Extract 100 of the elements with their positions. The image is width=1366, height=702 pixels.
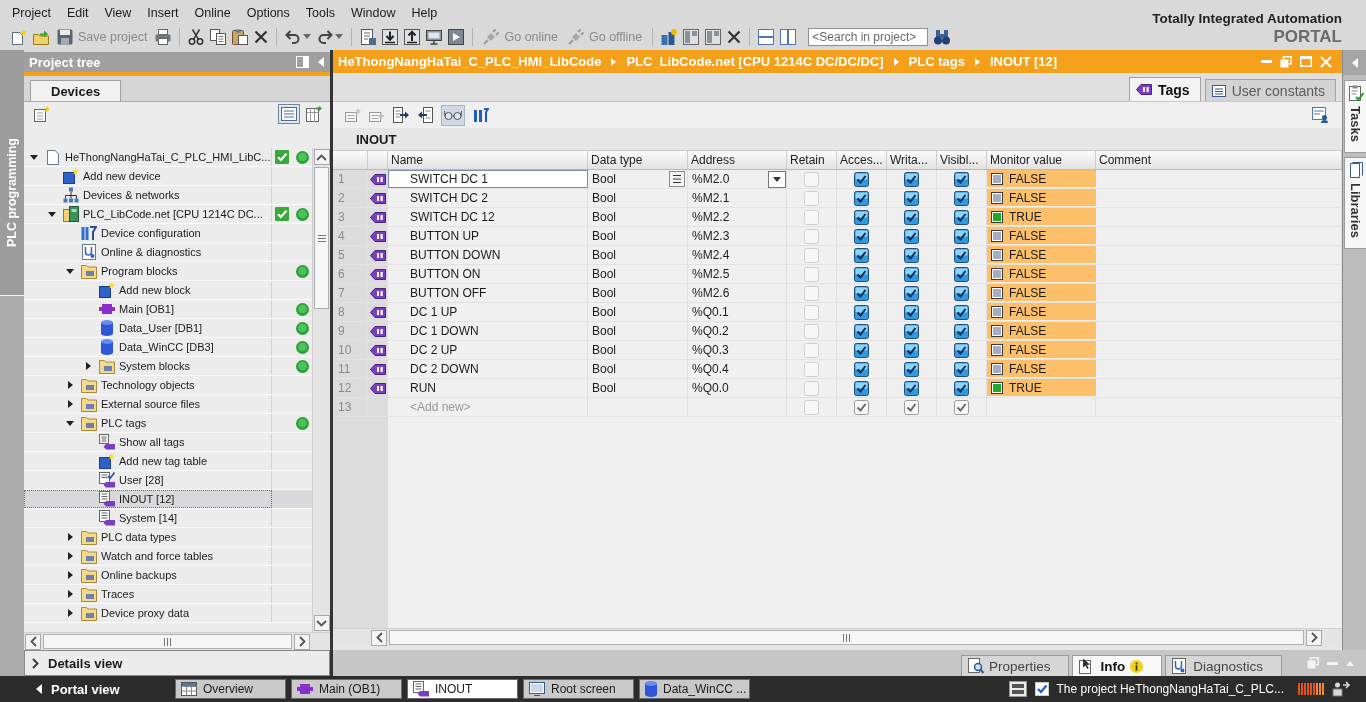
details-view-header[interactable]: Details view: [24, 650, 330, 676]
menu-item[interactable]: Insert: [139, 2, 187, 23]
scroll-right-button[interactable]: [1306, 629, 1322, 646]
checkbox[interactable]: [854, 342, 869, 358]
tree-item[interactable]: System [14]: [24, 509, 312, 528]
paste-icon[interactable]: [232, 28, 249, 45]
table-export-icon[interactable]: [306, 106, 322, 122]
column-header[interactable]: Name: [388, 151, 588, 169]
new-document-icon[interactable]: [34, 106, 50, 122]
checkbox[interactable]: [904, 399, 919, 415]
portal-view-button[interactable]: Portal view: [0, 676, 175, 702]
inspector-tab[interactable]: Info: [1072, 655, 1163, 676]
checkbox[interactable]: [904, 190, 919, 206]
caret-left-icon[interactable]: [318, 57, 324, 67]
import-icon[interactable]: [417, 107, 433, 123]
vertical-scrollbar[interactable]: [312, 148, 330, 632]
checkbox[interactable]: [954, 380, 969, 396]
checkbox[interactable]: [904, 380, 919, 396]
caret-down-icon[interactable]: [48, 211, 56, 217]
search-field[interactable]: <Search in project>: [808, 27, 929, 46]
caret-right-icon[interactable]: [67, 381, 73, 389]
editor-tab[interactable]: User constants: [1204, 79, 1336, 101]
tree-item[interactable]: PLC tags: [24, 414, 312, 433]
document-block-icon[interactable]: [360, 28, 377, 45]
caret-down-icon[interactable]: [66, 420, 74, 426]
scroll-right-button[interactable]: [294, 633, 310, 650]
tree-item[interactable]: Data_WinCC [DB3]: [24, 338, 312, 357]
taskbar-tab[interactable]: Overview: [175, 679, 286, 699]
dropdown-button[interactable]: [768, 170, 786, 188]
checkbox[interactable]: [954, 361, 969, 377]
taskbar-tab[interactable]: Main (OB1): [291, 679, 402, 699]
tree-item[interactable]: System blocks: [24, 357, 312, 376]
tree-item[interactable]: PLC data types: [24, 528, 312, 547]
columns-icon[interactable]: [473, 107, 489, 123]
name-input-field[interactable]: SWITCH DC 1: [388, 170, 588, 188]
checkbox[interactable]: [904, 285, 919, 301]
caret-right-icon[interactable]: [67, 609, 73, 617]
menu-item[interactable]: View: [96, 2, 140, 23]
tree-item[interactable]: Add new block: [24, 281, 312, 300]
tree-item[interactable]: Main [OB1]: [24, 300, 312, 319]
download-icon[interactable]: [382, 28, 399, 45]
column-header[interactable]: Monitor value: [987, 151, 1096, 169]
checkbox[interactable]: [854, 323, 869, 339]
user-arrow-icon[interactable]: [1332, 681, 1352, 697]
caret-down-icon[interactable]: [66, 268, 74, 274]
scrollbar-thumb[interactable]: [43, 634, 292, 649]
checkbox[interactable]: [954, 323, 969, 339]
monitor-toggle-button[interactable]: [441, 104, 465, 126]
checkbox[interactable]: [854, 190, 869, 206]
panel-icon[interactable]: [705, 28, 722, 45]
scroll-up-button[interactable]: [313, 149, 330, 165]
panel-tab[interactable]: Devices: [30, 80, 122, 101]
tree-item[interactable]: Device proxy data: [24, 604, 312, 623]
checkbox[interactable]: [954, 247, 969, 263]
column-header[interactable]: Acces...: [837, 151, 887, 169]
scissors-icon[interactable]: [188, 28, 205, 45]
new-document-icon[interactable]: [11, 28, 27, 45]
tree-item[interactable]: Traces: [24, 585, 312, 604]
taskbar-tab[interactable]: INOUT: [407, 679, 518, 699]
checkbox[interactable]: [904, 228, 919, 244]
caret-right-icon[interactable]: [67, 400, 73, 408]
menu-item[interactable]: Online: [186, 2, 239, 23]
tree-item[interactable]: External source files: [24, 395, 312, 414]
monitor-icon[interactable]: [426, 28, 443, 45]
checkbox[interactable]: [854, 171, 869, 187]
tree-item[interactable]: Data_User [DB1]: [24, 319, 312, 338]
caret-right-icon[interactable]: [67, 552, 73, 560]
caret-right-icon[interactable]: [67, 533, 73, 541]
menu-item[interactable]: Edit: [58, 2, 97, 23]
horizontal-scrollbar[interactable]: [333, 628, 1342, 646]
column-header[interactable]: Visibl...: [937, 151, 987, 169]
checkbox[interactable]: [904, 266, 919, 282]
checkbox[interactable]: [854, 361, 869, 377]
checkbox[interactable]: [854, 228, 869, 244]
inspector-tab[interactable]: Properties: [960, 655, 1070, 676]
checkbox[interactable]: [854, 266, 869, 282]
menu-item[interactable]: Options: [238, 2, 298, 23]
checkbox[interactable]: [854, 247, 869, 263]
tree-item[interactable]: Devices & networks: [24, 186, 312, 205]
view-toggle-button[interactable]: [278, 104, 300, 124]
tree-item[interactable]: Add new tag table: [24, 452, 312, 471]
checkbox[interactable]: [954, 171, 969, 187]
checkbox[interactable]: [854, 209, 869, 225]
scrollbar-thumb[interactable]: [389, 630, 1304, 645]
menu-item[interactable]: Tools: [297, 2, 343, 23]
checkbox[interactable]: [904, 247, 919, 263]
split-horizontal-icon[interactable]: [758, 28, 775, 45]
insert-row-icon[interactable]: [345, 108, 361, 122]
checkbox[interactable]: [954, 285, 969, 301]
tree-item[interactable]: Program blocks: [24, 262, 312, 281]
scroll-left-button[interactable]: [371, 629, 387, 646]
copy-icon[interactable]: [210, 28, 227, 45]
checkbox[interactable]: [904, 323, 919, 339]
checkbox[interactable]: [904, 342, 919, 358]
menu-item[interactable]: Project: [4, 2, 59, 23]
tree-item[interactable]: Add new device: [24, 167, 312, 186]
horizontal-scrollbar[interactable]: [24, 632, 330, 650]
checkbox[interactable]: [854, 304, 869, 320]
tree-item[interactable]: HeThongNangHaTai_C_PLC_HMI_LibC...: [24, 148, 312, 167]
menu-item[interactable]: Window: [343, 2, 404, 23]
